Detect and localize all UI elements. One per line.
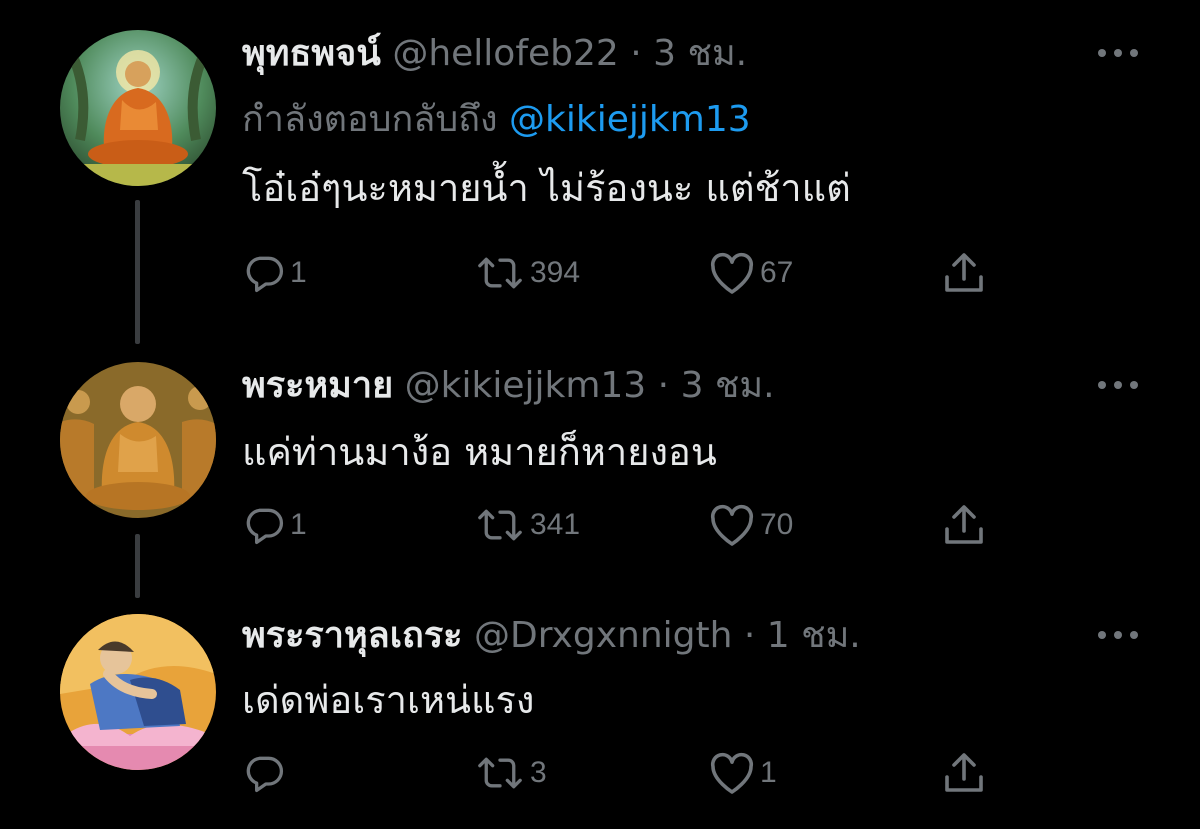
tweet-text: แค่ท่านมาง้อ หมายก็หายงอน xyxy=(242,430,717,474)
retweet-icon xyxy=(478,509,522,541)
retweet-count: 341 xyxy=(530,508,581,541)
like-button[interactable]: 1 xyxy=(708,748,777,798)
user-handle[interactable]: @Drxgxnnigth xyxy=(474,615,732,656)
separator-dot: · xyxy=(630,33,642,74)
more-options-icon[interactable] xyxy=(1096,626,1140,639)
separator-dot: · xyxy=(657,365,670,406)
heart-icon xyxy=(710,252,754,294)
reply-icon xyxy=(246,508,284,545)
retweet-count: 3 xyxy=(530,756,547,789)
like-count: 1 xyxy=(760,756,777,789)
reply-icon xyxy=(246,756,284,793)
like-count: 67 xyxy=(760,256,794,289)
reply-button[interactable]: 1 xyxy=(242,248,307,298)
retweet-icon xyxy=(478,257,522,289)
tweet-header: พุทธพจน์ @hellofeb22 · 3 ชม. xyxy=(242,32,747,76)
reply-count: 1 xyxy=(290,508,307,541)
display-name[interactable]: พระหมาย xyxy=(242,365,393,406)
thread-connector-line xyxy=(135,200,140,344)
share-button[interactable] xyxy=(940,248,988,298)
timestamp[interactable]: 1 ชม. xyxy=(767,615,861,656)
share-button[interactable] xyxy=(940,748,988,798)
reply-thread: พุทธพจน์ @hellofeb22 · 3 ชม. กำลังตอบกลั… xyxy=(0,0,1200,829)
tweet-text: โอ๋เอ๋ๆนะหมายน้ำ ไม่ร้องนะ แต่ช้าแต่ xyxy=(242,166,851,210)
avatar-embrace-painting[interactable] xyxy=(60,614,216,770)
retweet-icon xyxy=(478,757,522,789)
embrace-painting-avatar-image xyxy=(60,614,216,770)
avatar-meditating-buddha[interactable] xyxy=(60,30,216,186)
timestamp[interactable]: 3 ชม. xyxy=(653,33,747,74)
like-button[interactable]: 67 xyxy=(708,248,793,298)
seated-monks-avatar-image xyxy=(60,362,216,518)
replying-to-label: กำลังตอบกลับถึง xyxy=(242,99,498,140)
tweet-actions: 1 341 70 xyxy=(242,500,1002,550)
thread-connector-line xyxy=(135,534,140,598)
tweet-actions: 3 1 xyxy=(242,748,1002,798)
display-name[interactable]: พุทธพจน์ xyxy=(242,33,381,74)
heart-icon xyxy=(710,752,754,794)
tweet-text: เด่ดพ่อเราเหน่แรง xyxy=(242,678,535,722)
tweet-header: พระหมาย @kikiejjkm13 · 3 ชม. xyxy=(242,364,775,408)
more-options-icon[interactable] xyxy=(1096,44,1140,57)
user-handle[interactable]: @hellofeb22 xyxy=(392,33,618,74)
replying-to: กำลังตอบกลับถึง @kikiejjkm13 xyxy=(242,98,751,142)
tweet-1[interactable]: พุทธพจน์ @hellofeb22 · 3 ชม. กำลังตอบกลั… xyxy=(0,0,1200,344)
share-icon xyxy=(945,505,983,544)
meditating-buddha-avatar-image xyxy=(60,30,216,186)
retweet-button[interactable]: 394 xyxy=(474,248,580,298)
reply-icon xyxy=(246,256,284,293)
timestamp[interactable]: 3 ชม. xyxy=(681,365,775,406)
tweet-header: พระราหุลเถระ @Drxgxnnigth · 1 ชม. xyxy=(242,614,861,658)
retweet-count: 394 xyxy=(530,256,581,289)
display-name[interactable]: พระราหุลเถระ xyxy=(242,615,463,656)
mention-link[interactable]: @kikiejjkm13 xyxy=(509,99,751,140)
share-icon xyxy=(945,253,983,292)
share-icon xyxy=(945,753,983,792)
reply-button[interactable]: 1 xyxy=(242,500,307,550)
reply-button[interactable] xyxy=(242,748,290,798)
retweet-button[interactable]: 3 xyxy=(474,748,547,798)
retweet-button[interactable]: 341 xyxy=(474,500,580,550)
share-button[interactable] xyxy=(940,500,988,550)
tweet-actions: 1 394 67 xyxy=(242,248,1002,298)
reply-count: 1 xyxy=(290,256,307,289)
avatar-seated-monks[interactable] xyxy=(60,362,216,518)
like-count: 70 xyxy=(760,508,794,541)
heart-icon xyxy=(710,504,754,546)
more-options-icon[interactable] xyxy=(1096,376,1140,389)
separator-dot: · xyxy=(743,615,756,656)
user-handle[interactable]: @kikiejjkm13 xyxy=(405,365,647,406)
like-button[interactable]: 70 xyxy=(708,500,793,550)
